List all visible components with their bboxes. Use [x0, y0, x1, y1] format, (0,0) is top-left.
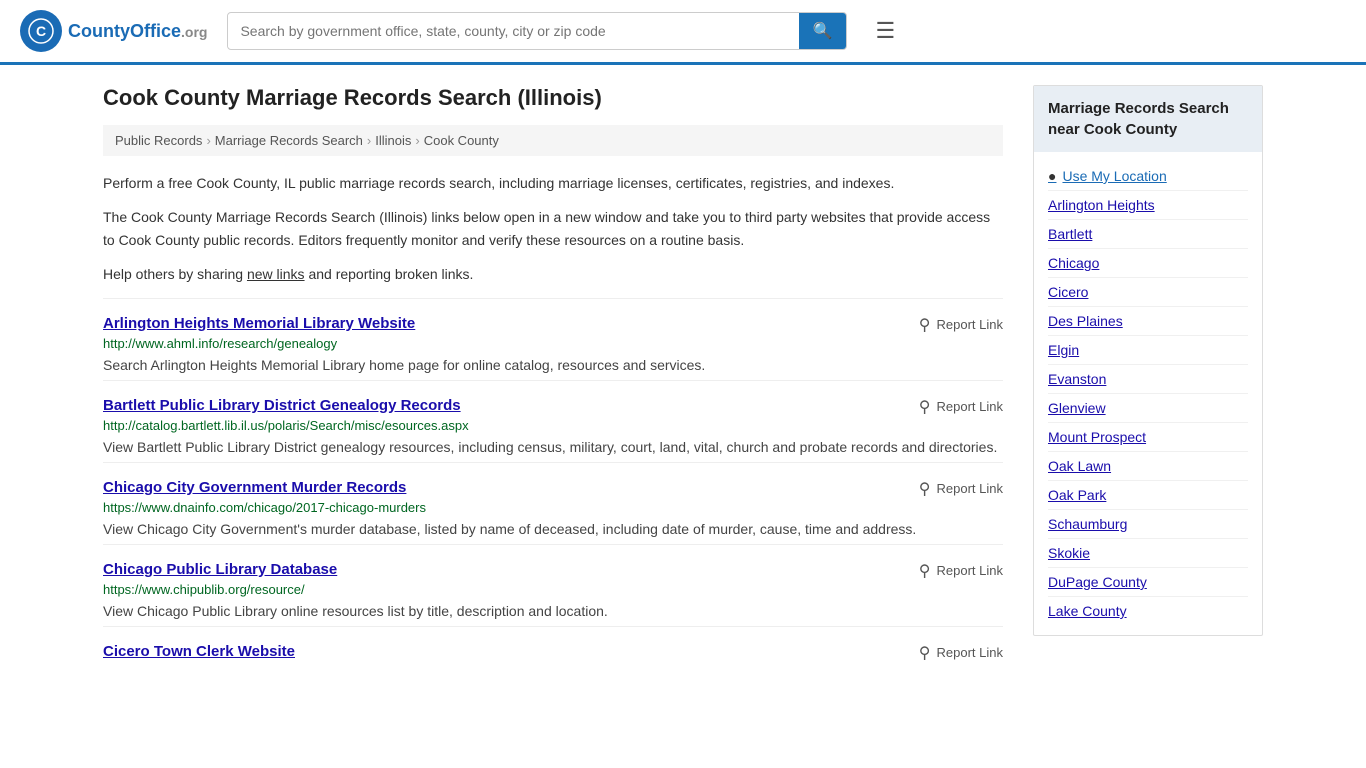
page-title: Cook County Marriage Records Search (Ill…: [103, 85, 1003, 111]
sidebar-link[interactable]: Oak Lawn: [1048, 451, 1248, 480]
breadcrumb-sep-1: ›: [206, 133, 210, 148]
sidebar-link[interactable]: Lake County: [1048, 596, 1248, 625]
description-1: Perform a free Cook County, IL public ma…: [103, 172, 1003, 194]
sidebar-link[interactable]: Skokie: [1048, 538, 1248, 567]
report-icon: ⚲: [919, 315, 931, 335]
result-title[interactable]: Bartlett Public Library District Genealo…: [103, 397, 461, 414]
report-icon: ⚲: [919, 561, 931, 581]
logo-icon: C: [20, 10, 62, 52]
result-desc: View Chicago Public Library online resou…: [103, 601, 1003, 622]
search-input[interactable]: [228, 15, 798, 47]
sidebar-link[interactable]: Des Plaines: [1048, 306, 1248, 335]
location-icon: ●: [1048, 168, 1056, 184]
report-icon: ⚲: [919, 479, 931, 499]
report-label: Report Link: [937, 481, 1003, 496]
result-item: Chicago Public Library Database ⚲ Report…: [103, 544, 1003, 626]
sidebar-header: Marriage Records Search near Cook County: [1034, 86, 1262, 152]
result-item: Cicero Town Clerk Website ⚲ Report Link: [103, 626, 1003, 668]
report-label: Report Link: [937, 563, 1003, 578]
logo-text: CountyOffice.org: [68, 21, 207, 42]
result-item: Bartlett Public Library District Genealo…: [103, 380, 1003, 462]
hamburger-icon: ☰: [875, 18, 895, 43]
logo[interactable]: C CountyOffice.org: [20, 10, 207, 52]
sidebar-link[interactable]: Bartlett: [1048, 219, 1248, 248]
sidebar-link[interactable]: Glenview: [1048, 393, 1248, 422]
report-icon: ⚲: [919, 643, 931, 663]
search-icon: 🔍: [813, 23, 833, 40]
result-title[interactable]: Chicago City Government Murder Records: [103, 479, 406, 496]
result-item: Arlington Heights Memorial Library Websi…: [103, 298, 1003, 380]
sidebar-link[interactable]: Chicago: [1048, 248, 1248, 277]
result-url: https://www.dnainfo.com/chicago/2017-chi…: [103, 500, 1003, 515]
report-label: Report Link: [937, 399, 1003, 414]
sidebar-link[interactable]: Mount Prospect: [1048, 422, 1248, 451]
sidebar-links: Arlington HeightsBartlettChicagoCiceroDe…: [1048, 190, 1248, 625]
breadcrumb-cook-county[interactable]: Cook County: [424, 133, 499, 148]
result-title[interactable]: Cicero Town Clerk Website: [103, 643, 295, 660]
breadcrumb-sep-3: ›: [415, 133, 419, 148]
search-button[interactable]: 🔍: [799, 13, 847, 49]
breadcrumb-illinois[interactable]: Illinois: [375, 133, 411, 148]
result-url: https://www.chipublib.org/resource/: [103, 582, 1003, 597]
report-label: Report Link: [937, 317, 1003, 332]
result-title[interactable]: Chicago Public Library Database: [103, 561, 337, 578]
svg-text:C: C: [36, 23, 46, 39]
result-title[interactable]: Arlington Heights Memorial Library Websi…: [103, 315, 415, 332]
sidebar-link[interactable]: Cicero: [1048, 277, 1248, 306]
sidebar: Marriage Records Search near Cook County…: [1033, 85, 1263, 668]
report-label: Report Link: [937, 645, 1003, 660]
result-item: Chicago City Government Murder Records ⚲…: [103, 462, 1003, 544]
description-3: Help others by sharing new links and rep…: [103, 263, 1003, 285]
result-desc: Search Arlington Heights Memorial Librar…: [103, 355, 1003, 376]
search-bar: 🔍: [227, 12, 847, 50]
sidebar-link[interactable]: Evanston: [1048, 364, 1248, 393]
result-url: http://www.ahml.info/research/genealogy: [103, 336, 1003, 351]
menu-button[interactable]: ☰: [867, 14, 903, 48]
breadcrumb: Public Records › Marriage Records Search…: [103, 125, 1003, 156]
result-desc: View Chicago City Government's murder da…: [103, 519, 1003, 540]
result-desc: View Bartlett Public Library District ge…: [103, 437, 1003, 458]
report-icon: ⚲: [919, 397, 931, 417]
sidebar-link[interactable]: Elgin: [1048, 335, 1248, 364]
sidebar-link[interactable]: Oak Park: [1048, 480, 1248, 509]
report-link[interactable]: ⚲ Report Link: [919, 479, 1003, 499]
new-links-link[interactable]: new links: [247, 266, 305, 282]
sidebar-link[interactable]: Arlington Heights: [1048, 190, 1248, 219]
use-location-link[interactable]: ● Use My Location: [1048, 162, 1248, 190]
report-link[interactable]: ⚲ Report Link: [919, 397, 1003, 417]
report-link[interactable]: ⚲ Report Link: [919, 643, 1003, 663]
breadcrumb-public-records[interactable]: Public Records: [115, 133, 202, 148]
description-2: The Cook County Marriage Records Search …: [103, 206, 1003, 251]
results-list: Arlington Heights Memorial Library Websi…: [103, 298, 1003, 668]
report-link[interactable]: ⚲ Report Link: [919, 561, 1003, 581]
result-url: http://catalog.bartlett.lib.il.us/polari…: [103, 418, 1003, 433]
sidebar-link[interactable]: Schaumburg: [1048, 509, 1248, 538]
sidebar-link[interactable]: DuPage County: [1048, 567, 1248, 596]
breadcrumb-marriage-records[interactable]: Marriage Records Search: [215, 133, 363, 148]
report-link[interactable]: ⚲ Report Link: [919, 315, 1003, 335]
sidebar-body: ● Use My Location Arlington HeightsBartl…: [1034, 152, 1262, 635]
breadcrumb-sep-2: ›: [367, 133, 371, 148]
